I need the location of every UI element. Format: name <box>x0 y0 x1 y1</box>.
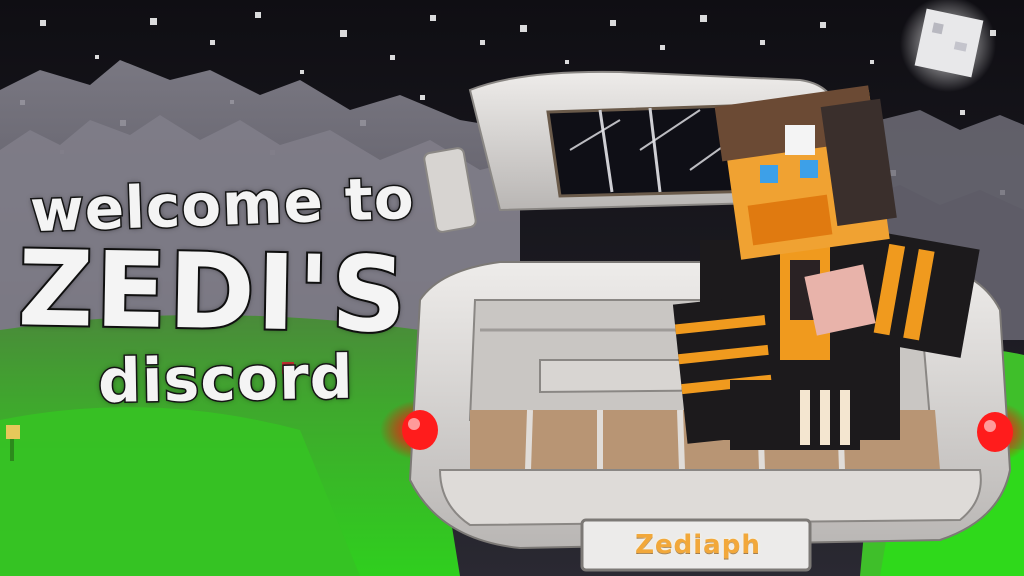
welcome-title: welcome to ZEDI'S discord <box>15 162 448 418</box>
discord-line: discord <box>96 341 356 418</box>
tail-light-right <box>977 412 1013 452</box>
tail-light-left <box>402 410 438 450</box>
license-plate-text: Zediaph <box>635 530 761 560</box>
server-name: ZEDI'S <box>15 225 411 358</box>
moon-icon <box>900 0 996 92</box>
